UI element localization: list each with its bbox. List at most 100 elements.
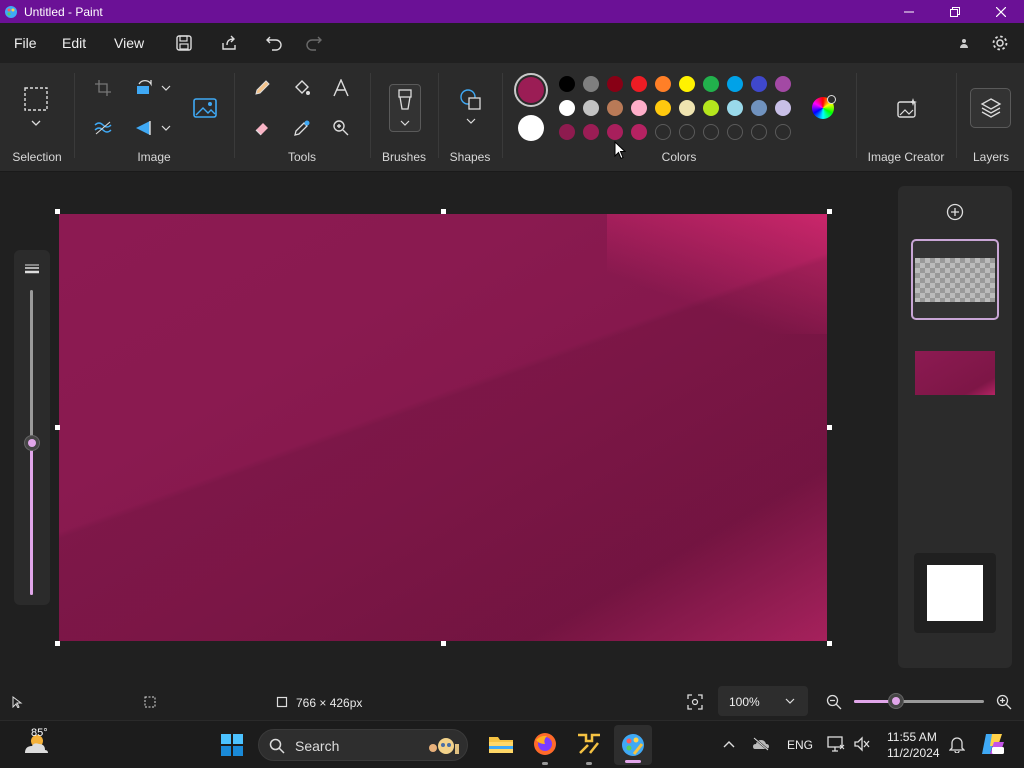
resize-handle[interactable] xyxy=(827,209,832,214)
color-swatch[interactable] xyxy=(703,100,719,116)
layer-thumbnail-white[interactable] xyxy=(914,553,996,633)
color-swatch[interactable] xyxy=(751,76,767,92)
fit-to-window-button[interactable] xyxy=(684,691,706,713)
text-button[interactable] xyxy=(330,77,352,99)
volume-button[interactable] xyxy=(851,733,873,755)
selection-button[interactable] xyxy=(22,85,52,131)
notifications-button[interactable] xyxy=(946,733,968,755)
slider-thumb[interactable] xyxy=(24,434,40,451)
resize-handle[interactable] xyxy=(441,209,446,214)
save-button[interactable] xyxy=(173,32,195,54)
color-swatch[interactable] xyxy=(703,76,719,92)
minimize-button[interactable] xyxy=(886,0,932,23)
color-swatch[interactable] xyxy=(655,76,671,92)
menu-file[interactable]: File xyxy=(14,35,37,51)
divider xyxy=(234,73,235,158)
firefox-button[interactable] xyxy=(530,729,560,765)
shapes-button[interactable] xyxy=(456,87,486,131)
zoom-slider[interactable] xyxy=(854,693,984,709)
crop-button[interactable] xyxy=(93,78,113,98)
clock-time[interactable]: 11:55 AM xyxy=(887,730,937,744)
menu-view[interactable]: View xyxy=(114,35,144,51)
color-swatch[interactable] xyxy=(631,76,647,92)
color-swatch[interactable] xyxy=(655,100,671,116)
account-button[interactable] xyxy=(953,32,975,54)
color-swatch[interactable] xyxy=(631,124,647,140)
empty-color-slot[interactable] xyxy=(703,124,719,140)
color-swatch[interactable] xyxy=(631,100,647,116)
network-button[interactable] xyxy=(825,733,847,755)
primary-color-swatch xyxy=(518,77,544,103)
empty-color-slot[interactable] xyxy=(727,124,743,140)
show-hidden-icons-button[interactable] xyxy=(718,733,740,755)
resize-handle[interactable] xyxy=(441,641,446,646)
color-swatch[interactable] xyxy=(559,124,575,140)
empty-color-slot[interactable] xyxy=(775,124,791,140)
image-button[interactable] xyxy=(190,93,220,123)
color-swatch[interactable] xyxy=(775,100,791,116)
zoom-out-button[interactable] xyxy=(823,691,845,713)
pencil-button[interactable] xyxy=(251,77,273,99)
remove-background-button[interactable] xyxy=(93,118,113,138)
color-swatch[interactable] xyxy=(679,76,695,92)
secondary-color-button[interactable] xyxy=(518,115,544,141)
undo-button[interactable] xyxy=(263,32,285,54)
resize-handle[interactable] xyxy=(827,425,832,430)
magnifier-button[interactable] xyxy=(330,117,352,139)
layer-thumbnail-transparent[interactable] xyxy=(911,239,999,320)
empty-color-slot[interactable] xyxy=(655,124,671,140)
fill-button[interactable] xyxy=(291,77,313,99)
color-swatch[interactable] xyxy=(679,100,695,116)
zoom-slider-thumb[interactable] xyxy=(888,693,905,709)
resize-handle[interactable] xyxy=(55,425,60,430)
language-indicator[interactable]: ENG xyxy=(787,738,813,752)
color-picker-button[interactable] xyxy=(291,117,313,139)
image-creator-button[interactable] xyxy=(892,93,922,123)
start-button[interactable] xyxy=(218,731,246,759)
primary-color-button[interactable] xyxy=(514,73,548,107)
eraser-button[interactable] xyxy=(251,117,273,139)
resize-handle[interactable] xyxy=(55,209,60,214)
color-swatch[interactable] xyxy=(583,76,599,92)
menu-edit[interactable]: Edit xyxy=(62,35,86,51)
color-swatch[interactable] xyxy=(583,124,599,140)
layers-button[interactable] xyxy=(970,88,1011,128)
color-swatch[interactable] xyxy=(583,100,599,116)
resize-handle[interactable] xyxy=(55,641,60,646)
settings-button[interactable] xyxy=(989,32,1011,54)
taskbar-search-box[interactable]: Search xyxy=(258,729,468,761)
zoom-dropdown[interactable]: 100% xyxy=(718,686,808,716)
color-swatch[interactable] xyxy=(775,76,791,92)
color-swatch[interactable] xyxy=(727,76,743,92)
color-swatch[interactable] xyxy=(607,124,623,140)
color-swatch[interactable] xyxy=(559,76,575,92)
onedrive-button[interactable] xyxy=(750,733,772,755)
share-button[interactable] xyxy=(218,32,240,54)
add-layer-button[interactable] xyxy=(943,200,967,224)
copilot-button[interactable] xyxy=(978,729,1008,759)
color-swatch[interactable] xyxy=(607,76,623,92)
drawing-canvas[interactable] xyxy=(59,214,827,641)
brush-size-slider[interactable] xyxy=(14,250,50,605)
redo-button[interactable] xyxy=(303,32,325,54)
layer-thumbnail-background[interactable] xyxy=(915,351,995,395)
edit-colors-button[interactable] xyxy=(810,95,836,121)
zoom-in-button[interactable] xyxy=(993,691,1015,713)
close-button[interactable] xyxy=(978,0,1024,23)
color-swatch[interactable] xyxy=(559,100,575,116)
puzzle-app-button[interactable] xyxy=(574,729,604,765)
rotate-button[interactable] xyxy=(133,78,173,98)
paint-taskbar-button[interactable] xyxy=(614,725,652,765)
empty-color-slot[interactable] xyxy=(751,124,767,140)
flip-button[interactable] xyxy=(133,118,173,138)
color-swatch[interactable] xyxy=(751,100,767,116)
brushes-button[interactable] xyxy=(389,84,421,132)
weather-widget[interactable]: 85° xyxy=(16,727,56,761)
file-explorer-button[interactable] xyxy=(486,729,516,759)
clock-date[interactable]: 11/2/2024 xyxy=(887,746,940,760)
color-swatch[interactable] xyxy=(607,100,623,116)
empty-color-slot[interactable] xyxy=(679,124,695,140)
resize-handle[interactable] xyxy=(827,641,832,646)
restore-button[interactable] xyxy=(932,0,978,23)
color-swatch[interactable] xyxy=(727,100,743,116)
